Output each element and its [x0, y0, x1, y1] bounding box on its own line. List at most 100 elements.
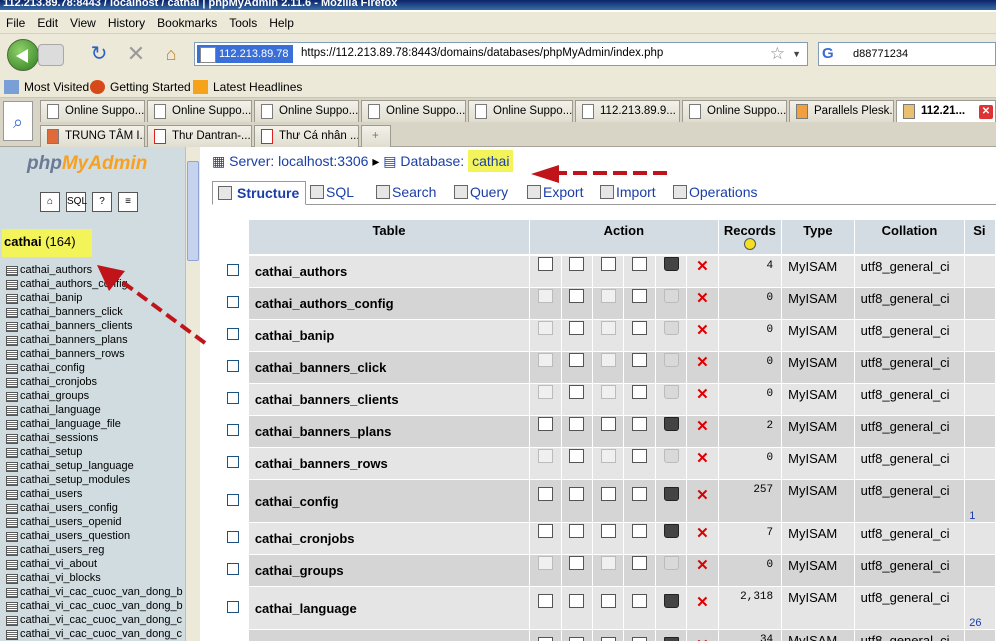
- search-table-icon[interactable]: [600, 524, 616, 538]
- empty-table-icon[interactable]: [663, 353, 679, 367]
- tab-online-support-3[interactable]: Online Suppo...: [254, 100, 359, 122]
- bookmark-getting-started[interactable]: Getting Started: [90, 80, 191, 94]
- browse-icon[interactable]: [537, 593, 553, 608]
- search-table-icon[interactable]: [600, 417, 616, 431]
- sidebar-table-item[interactable]: cathai_users_config: [6, 501, 185, 515]
- table-size[interactable]: [965, 416, 995, 448]
- structure-icon[interactable]: [569, 257, 585, 271]
- browse-action[interactable]: [530, 320, 561, 352]
- drop-icon[interactable]: ✕: [696, 449, 709, 467]
- empty-action[interactable]: [655, 416, 687, 448]
- insert-action[interactable]: [624, 288, 655, 320]
- search-action[interactable]: [592, 480, 624, 523]
- search-action[interactable]: [592, 587, 624, 630]
- search-table-icon[interactable]: [600, 636, 616, 641]
- drop-icon[interactable]: ✕: [696, 321, 709, 339]
- search-action[interactable]: [592, 448, 624, 480]
- row-checkbox[interactable]: [227, 264, 239, 276]
- sidebar-table-item[interactable]: cathai_groups: [6, 389, 185, 403]
- search-action[interactable]: [592, 384, 624, 416]
- empty-table-icon[interactable]: [663, 556, 679, 570]
- structure-action[interactable]: [561, 416, 592, 448]
- search-action[interactable]: [592, 320, 624, 352]
- browse-icon[interactable]: [537, 385, 553, 399]
- drop-action[interactable]: ✕: [687, 288, 718, 320]
- insert-icon[interactable]: [632, 385, 648, 399]
- structure-action[interactable]: [561, 555, 592, 587]
- structure-icon[interactable]: [569, 385, 585, 399]
- server-link[interactable]: localhost:3306: [278, 153, 368, 169]
- empty-table-icon[interactable]: [663, 593, 679, 608]
- search-table-icon[interactable]: [600, 486, 616, 501]
- browse-action[interactable]: [530, 587, 561, 630]
- empty-table-icon[interactable]: [663, 486, 679, 501]
- menu-history[interactable]: History: [102, 12, 151, 30]
- search-action[interactable]: [592, 352, 624, 384]
- browse-icon[interactable]: [537, 321, 553, 335]
- drop-icon[interactable]: ✕: [696, 556, 709, 574]
- structure-action[interactable]: [561, 630, 592, 641]
- table-name[interactable]: cathai_banners_click: [248, 352, 530, 384]
- table-name[interactable]: cathai_banip: [248, 320, 530, 352]
- tab-thu-ca-nhan[interactable]: Thư Cá nhân ...: [254, 125, 359, 147]
- row-checkbox[interactable]: [227, 456, 239, 468]
- table-size[interactable]: [965, 555, 995, 587]
- insert-icon[interactable]: [632, 524, 648, 538]
- insert-action[interactable]: [624, 256, 655, 288]
- drop-icon[interactable]: ✕: [696, 636, 709, 641]
- row-checkbox[interactable]: [227, 296, 239, 308]
- sidebar-table-item[interactable]: cathai_language_file: [6, 417, 185, 431]
- structure-icon[interactable]: [569, 636, 585, 641]
- search-table-icon[interactable]: [600, 556, 616, 570]
- empty-table-icon[interactable]: [663, 385, 679, 399]
- stop-icon[interactable]: ✕: [125, 43, 147, 65]
- browse-icon[interactable]: [537, 353, 553, 367]
- empty-action[interactable]: [655, 630, 687, 641]
- table-size[interactable]: [965, 523, 995, 555]
- table-size[interactable]: [965, 320, 995, 352]
- browse-icon[interactable]: [537, 417, 553, 431]
- drop-icon[interactable]: ✕: [696, 385, 709, 403]
- header-table[interactable]: Table: [248, 220, 530, 256]
- insert-icon[interactable]: [632, 257, 648, 271]
- search-table-icon[interactable]: [600, 449, 616, 463]
- home-icon[interactable]: ⌂: [40, 192, 60, 212]
- menu-file[interactable]: File: [0, 12, 31, 30]
- header-collation[interactable]: Collation: [854, 220, 965, 256]
- insert-icon[interactable]: [632, 636, 648, 641]
- browse-icon[interactable]: [537, 449, 553, 463]
- insert-icon[interactable]: [632, 289, 648, 303]
- header-records[interactable]: Records: [718, 220, 782, 256]
- structure-icon[interactable]: [569, 593, 585, 608]
- tab-structure[interactable]: Structure: [212, 181, 307, 205]
- search-input[interactable]: d88771234: [853, 48, 908, 60]
- tab-ip-address[interactable]: 112.213.89.9...: [575, 100, 680, 122]
- insert-action[interactable]: [624, 448, 655, 480]
- row-checkbox[interactable]: [227, 424, 239, 436]
- insert-icon[interactable]: [632, 556, 648, 570]
- insert-icon[interactable]: [632, 593, 648, 608]
- drop-icon[interactable]: ✕: [696, 524, 709, 542]
- drop-action[interactable]: ✕: [687, 480, 718, 523]
- search-action[interactable]: [592, 288, 624, 320]
- structure-icon[interactable]: [569, 486, 585, 501]
- empty-action[interactable]: [655, 384, 687, 416]
- search-table-icon[interactable]: [600, 593, 616, 608]
- search-action[interactable]: [592, 416, 624, 448]
- browse-action[interactable]: [530, 555, 561, 587]
- drop-icon[interactable]: ✕: [696, 417, 709, 435]
- database-name[interactable]: cathai (164): [2, 229, 92, 257]
- drop-action[interactable]: ✕: [687, 320, 718, 352]
- search-action[interactable]: [592, 555, 624, 587]
- sidebar-table-item[interactable]: cathai_vi_blocks: [6, 571, 185, 585]
- empty-action[interactable]: [655, 555, 687, 587]
- browse-icon[interactable]: [537, 486, 553, 501]
- search-action[interactable]: [592, 523, 624, 555]
- structure-icon[interactable]: [569, 417, 585, 431]
- bookmark-latest-headlines[interactable]: Latest Headlines: [193, 80, 302, 94]
- drop-action[interactable]: ✕: [687, 416, 718, 448]
- row-checkbox[interactable]: [227, 392, 239, 404]
- drop-action[interactable]: ✕: [687, 352, 718, 384]
- insert-action[interactable]: [624, 523, 655, 555]
- insert-action[interactable]: [624, 352, 655, 384]
